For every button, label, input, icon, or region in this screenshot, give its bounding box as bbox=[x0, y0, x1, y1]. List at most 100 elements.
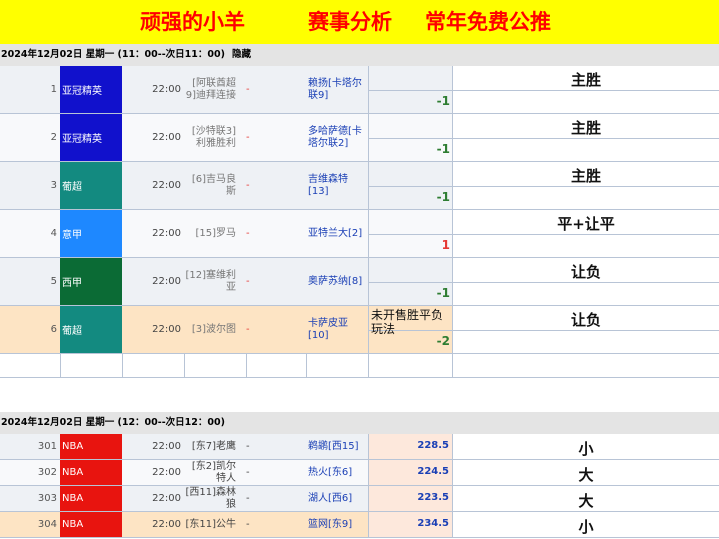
vs-dash: - bbox=[246, 441, 250, 452]
pick-cell: 大 bbox=[452, 486, 719, 511]
section-header-football: 2024年12月02日 星期一 (11：00--次日11：00) 隐藏 bbox=[0, 44, 719, 66]
league-badge[interactable]: NBA bbox=[60, 434, 122, 459]
vs-dash: - bbox=[246, 276, 250, 287]
pick-result: 大 bbox=[578, 466, 594, 484]
banner: 顽强的小羊 赛事分析 常年免费公推 bbox=[0, 0, 719, 44]
handicap-value: -1 bbox=[436, 286, 450, 300]
pick-result: 让负 bbox=[570, 263, 601, 281]
total-points: 224.5 bbox=[417, 466, 449, 477]
odds-cell: 1 bbox=[368, 210, 452, 257]
league-badge[interactable]: 亚冠精英 bbox=[60, 66, 122, 113]
column-divider bbox=[368, 354, 369, 377]
pick-divider bbox=[453, 282, 719, 283]
pick-cell: 平+让平 bbox=[452, 210, 719, 257]
total-points: 223.5 bbox=[417, 492, 449, 503]
pick-cell: 主胜 bbox=[452, 66, 719, 113]
section-date: 2024年12月02日 星期一 (11：00--次日11：00) bbox=[1, 49, 225, 60]
match-number: 4 bbox=[50, 228, 57, 239]
away-team[interactable]: 吉维森特[13] bbox=[306, 162, 368, 209]
home-team[interactable]: [西11]森林狼 bbox=[184, 486, 246, 511]
odds-divider bbox=[369, 282, 452, 283]
match-number: 302 bbox=[37, 467, 57, 478]
handicap-value: -1 bbox=[436, 142, 450, 156]
pick-divider bbox=[453, 138, 719, 139]
pick-result: 主胜 bbox=[570, 71, 601, 89]
match-time: 22:00 bbox=[152, 132, 181, 143]
pick-result: 小 bbox=[578, 440, 594, 458]
section-header-nba: 2024年12月02日 星期一 (12：00--次日12：00) bbox=[0, 412, 719, 434]
table-row: 301 NBA 22:00 [东7]老鹰 - 鹈鹕[西15] 228.5 小 bbox=[0, 434, 719, 460]
league-badge[interactable]: 葡超 bbox=[60, 162, 122, 209]
odds-cell: 未开售胜平负玩法 -2 bbox=[368, 306, 452, 353]
column-divider bbox=[60, 354, 61, 377]
table-row: 2 亚冠精英 22:00 [沙特联3]利雅胜利 - 多哈萨德[卡塔尔联2] -1 主胜 bbox=[0, 114, 719, 162]
pick-cell: 大 bbox=[452, 460, 719, 485]
away-team[interactable]: 亚特兰大[2] bbox=[306, 210, 368, 257]
away-team[interactable]: 湖人[西6] bbox=[306, 486, 368, 511]
odds-cell: -1 bbox=[368, 258, 452, 305]
league-badge[interactable]: NBA bbox=[60, 486, 122, 511]
match-time: 22:00 bbox=[152, 467, 181, 478]
table-row: 4 意甲 22:00 [15]罗马 - 亚特兰大[2] 1 平+让平 bbox=[0, 210, 719, 258]
pick-cell: 让负 bbox=[452, 258, 719, 305]
odds-divider bbox=[369, 234, 452, 235]
vs-dash: - bbox=[246, 180, 250, 191]
match-number: 304 bbox=[37, 519, 57, 530]
match-time: 22:00 bbox=[152, 441, 181, 452]
away-team[interactable]: 赖扬[卡塔尔联9] bbox=[306, 66, 368, 113]
home-team[interactable]: [沙特联3]利雅胜利 bbox=[184, 114, 246, 161]
home-team[interactable]: [东11]公牛 bbox=[184, 512, 246, 537]
league-badge[interactable]: NBA bbox=[60, 460, 122, 485]
odds-cell: -1 bbox=[368, 162, 452, 209]
odds-divider bbox=[369, 138, 452, 139]
home-team[interactable]: [12]塞维利亚 bbox=[184, 258, 246, 305]
away-team[interactable]: 多哈萨德[卡塔尔联2] bbox=[306, 114, 368, 161]
away-team[interactable]: 鹈鹕[西15] bbox=[306, 434, 368, 459]
pick-cell: 主胜 bbox=[452, 114, 719, 161]
away-team[interactable]: 热火[东6] bbox=[306, 460, 368, 485]
pick-cell: 小 bbox=[452, 434, 719, 459]
league-badge[interactable]: NBA bbox=[60, 512, 122, 537]
hide-link[interactable]: 隐藏 bbox=[231, 49, 251, 60]
home-team[interactable]: [东7]老鹰 bbox=[184, 434, 246, 459]
home-team[interactable]: [东2]凯尔特人 bbox=[184, 460, 246, 485]
handicap-value: -2 bbox=[436, 334, 450, 348]
league-badge[interactable]: 西甲 bbox=[60, 258, 122, 305]
pick-result: 让负 bbox=[570, 311, 601, 329]
home-team[interactable]: [15]罗马 bbox=[184, 210, 246, 257]
home-team[interactable]: [3]波尔图 bbox=[184, 306, 246, 353]
table-row: 5 西甲 22:00 [12]塞维利亚 - 奥萨苏纳[8] -1 让负 bbox=[0, 258, 719, 306]
away-team[interactable]: 篮网[东9] bbox=[306, 512, 368, 537]
league-badge[interactable]: 意甲 bbox=[60, 210, 122, 257]
column-divider bbox=[184, 354, 185, 377]
home-team[interactable]: [阿联酋超9]迪拜连接 bbox=[184, 66, 246, 113]
odds-cell: -1 bbox=[368, 66, 452, 113]
match-number: 3 bbox=[50, 180, 57, 191]
empty-row bbox=[0, 354, 719, 378]
match-time: 22:00 bbox=[152, 324, 181, 335]
away-team[interactable]: 卡萨皮亚[10] bbox=[306, 306, 368, 353]
match-number: 1 bbox=[50, 84, 57, 95]
league-badge[interactable]: 亚冠精英 bbox=[60, 114, 122, 161]
column-divider bbox=[452, 354, 453, 377]
league-badge[interactable]: 葡超 bbox=[60, 306, 122, 353]
total-cell: 234.5 bbox=[368, 512, 452, 537]
pick-result: 主胜 bbox=[570, 167, 601, 185]
vs-dash: - bbox=[246, 132, 250, 143]
match-time: 22:00 bbox=[152, 493, 181, 504]
vs-dash: - bbox=[246, 84, 250, 95]
banner-author: 顽强的小羊 bbox=[140, 9, 245, 34]
odds-divider bbox=[369, 186, 452, 187]
vs-dash: - bbox=[246, 228, 250, 239]
vs-dash: - bbox=[246, 493, 250, 504]
pick-cell: 让负 bbox=[452, 306, 719, 353]
not-on-sale-note: 未开售胜平负玩法 bbox=[371, 308, 444, 336]
away-team[interactable]: 奥萨苏纳[8] bbox=[306, 258, 368, 305]
pick-result: 平+让平 bbox=[557, 215, 615, 233]
match-time: 22:00 bbox=[152, 519, 181, 530]
match-number: 303 bbox=[37, 493, 57, 504]
table-row: 1 亚冠精英 22:00 [阿联酋超9]迪拜连接 - 赖扬[卡塔尔联9] -1 主胜 bbox=[0, 66, 719, 114]
home-team[interactable]: [6]吉马良斯 bbox=[184, 162, 246, 209]
table-row: 6 葡超 22:00 [3]波尔图 - 卡萨皮亚[10] 未开售胜平负玩法 -2 让负 bbox=[0, 306, 719, 354]
pick-result: 小 bbox=[578, 518, 594, 536]
